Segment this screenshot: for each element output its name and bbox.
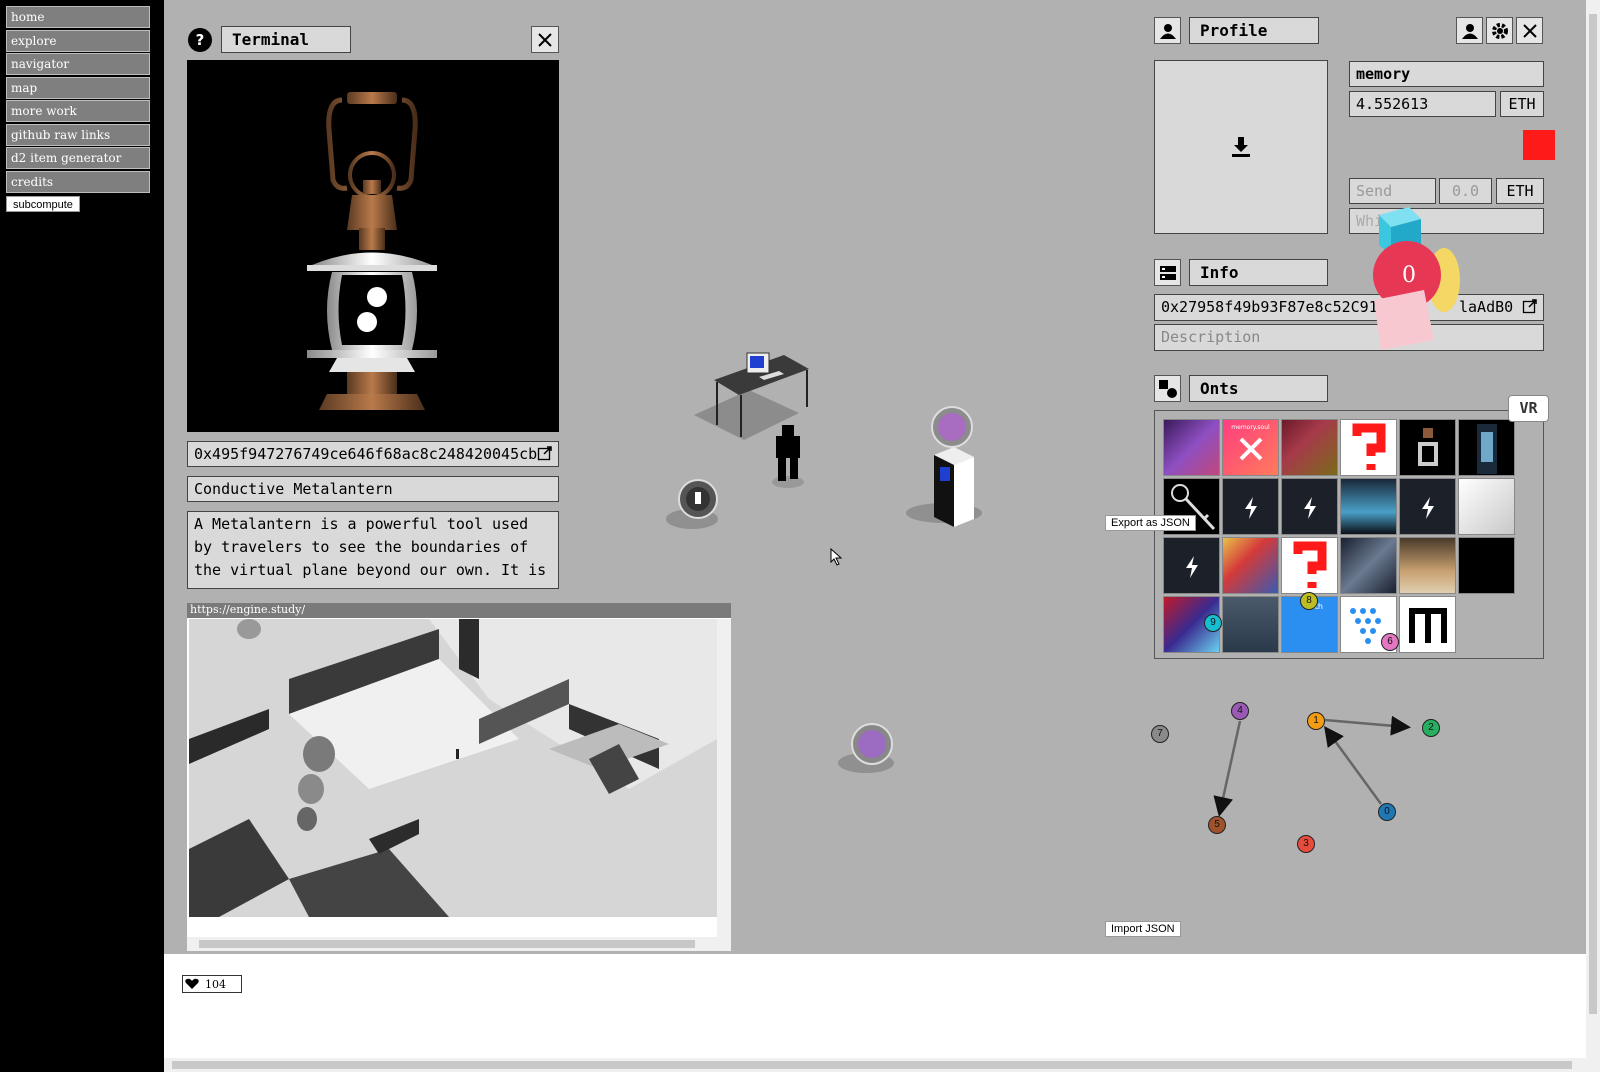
- graph-node-0[interactable]: 0: [1378, 803, 1396, 821]
- ont-thumb-room[interactable]: [1458, 478, 1515, 535]
- graph-node-2[interactable]: 2: [1422, 719, 1440, 737]
- ont-thumb-lightning-3[interactable]: [1399, 478, 1456, 535]
- ont-thumb-lightning-4[interactable]: [1163, 537, 1220, 594]
- ont-thumb-lightning-2[interactable]: [1281, 478, 1338, 535]
- terminal-title: Terminal: [221, 26, 351, 53]
- download-icon: [1232, 137, 1250, 157]
- subcompute-button[interactable]: subcompute: [6, 196, 80, 212]
- ont-thumb-memory-soul-label: memory.soul: [1231, 424, 1270, 431]
- profile-title: Profile: [1189, 17, 1319, 44]
- ont-thumb-memory-soul[interactable]: memory.soul: [1222, 419, 1279, 476]
- graph-node-3[interactable]: 3: [1297, 835, 1315, 853]
- orb-purple[interactable]: [836, 720, 906, 778]
- profile-close-icon[interactable]: [1516, 17, 1543, 44]
- graph-node-4[interactable]: 4: [1231, 702, 1249, 720]
- engine-study-render: [189, 619, 717, 917]
- info-server-icon[interactable]: [1154, 259, 1181, 286]
- onts-shapes-icon[interactable]: [1154, 375, 1181, 402]
- close-icon[interactable]: [531, 26, 559, 53]
- browser-preview[interactable]: https://engine.study/: [187, 603, 731, 951]
- external-link-icon[interactable]: [537, 445, 553, 461]
- send-amount-input[interactable]: 0.0: [1439, 178, 1492, 204]
- info-description-field[interactable]: Description: [1154, 324, 1544, 351]
- ont-thumb-question-2[interactable]: [1281, 537, 1338, 594]
- like-count: 104: [205, 977, 226, 991]
- ont-badge-9: 9: [1204, 614, 1222, 632]
- like-button[interactable]: 104: [182, 975, 242, 993]
- profile-name-field[interactable]: memory: [1349, 61, 1544, 87]
- balance-field: 4.552613: [1349, 91, 1496, 117]
- send-button[interactable]: Send: [1349, 178, 1436, 204]
- mouse-cursor-icon: [830, 547, 844, 566]
- node-graph-edges: [1213, 715, 1411, 817]
- onts-grid: memory.soul eth 9 8 6: [1154, 410, 1544, 659]
- info-title: Info: [1189, 259, 1328, 286]
- ont-thumb-jet[interactable]: [1340, 537, 1397, 594]
- ont-thumb-lightning-1[interactable]: [1222, 478, 1279, 535]
- nav-map[interactable]: map: [6, 77, 150, 99]
- ont-thumb-lantern[interactable]: [1399, 419, 1456, 476]
- onts-title: Onts: [1189, 375, 1328, 402]
- ont-badge-8: 8: [1300, 592, 1318, 610]
- export-json-button[interactable]: Export as JSON: [1105, 515, 1196, 531]
- profile-user-icon[interactable]: [1154, 17, 1181, 44]
- lantern-image: [187, 60, 559, 432]
- info-address-text: 0x27958f49b93F87e8c52C91: [1161, 298, 1378, 316]
- info-address-field[interactable]: 0x27958f49b93F87e8c52C91 laAdB0: [1154, 294, 1544, 321]
- floating-3d-objects[interactable]: 0: [1369, 205, 1464, 350]
- ont-badge-6: 6: [1381, 633, 1399, 651]
- ont-thumb-portrait[interactable]: [1399, 537, 1456, 594]
- browser-url: https://engine.study/: [187, 603, 731, 618]
- nav-explore[interactable]: explore: [6, 30, 150, 52]
- ont-thumb-doorway[interactable]: [1222, 596, 1279, 653]
- bottom-bar: 104: [164, 954, 1586, 1072]
- import-json-button[interactable]: Import JSON: [1105, 921, 1181, 937]
- nav-d2-item-generator[interactable]: d2 item generator: [6, 147, 150, 169]
- ont-thumb-1[interactable]: [1163, 419, 1220, 476]
- ont-thumb-magazine[interactable]: [1222, 537, 1279, 594]
- ont-thumb-m-logo[interactable]: [1399, 596, 1456, 653]
- ont-thumb-dark[interactable]: [1458, 537, 1515, 594]
- scene-viewport[interactable]: ? Terminal 0x495f947276749ce646f68ac8c24…: [164, 0, 1586, 954]
- page-vertical-scrollbar[interactable]: [1586, 0, 1600, 1072]
- vr-button[interactable]: VR: [1508, 395, 1549, 422]
- help-icon[interactable]: ?: [186, 26, 213, 53]
- browser-horizontal-scrollbar[interactable]: [187, 937, 731, 951]
- account-icon[interactable]: [1456, 17, 1483, 44]
- atm-kiosk[interactable]: [904, 405, 984, 530]
- ont-thumb-lantern-blue[interactable]: [1458, 419, 1515, 476]
- send-currency: ETH: [1496, 178, 1544, 204]
- page-horizontal-scrollbar[interactable]: [164, 1058, 1586, 1072]
- nav-credits[interactable]: credits: [6, 171, 150, 193]
- graph-node-1[interactable]: 1: [1307, 712, 1325, 730]
- avatar-upload[interactable]: [1154, 60, 1328, 234]
- ont-thumb-city[interactable]: [1340, 478, 1397, 535]
- item-description-field[interactable]: A Metalantern is a powerful tool used by…: [187, 511, 559, 589]
- info-external-link-icon[interactable]: [1522, 298, 1538, 314]
- svg-text:?: ?: [195, 31, 204, 49]
- graph-node-7[interactable]: 7: [1151, 725, 1169, 743]
- balance-currency: ETH: [1500, 91, 1544, 117]
- graph-node-5[interactable]: 5: [1208, 816, 1226, 834]
- status-red-square: [1523, 130, 1555, 160]
- sidebar: home explore navigator map more work git…: [0, 0, 164, 1072]
- nav-navigator[interactable]: navigator: [6, 53, 150, 75]
- ont-thumb-3[interactable]: [1281, 419, 1338, 476]
- nav-more-work[interactable]: more work: [6, 100, 150, 122]
- nav-home[interactable]: home: [6, 6, 150, 28]
- player-avatar[interactable]: [768, 420, 808, 490]
- item-name-field[interactable]: Conductive Metalantern: [187, 476, 559, 502]
- browser-vertical-scrollbar[interactable]: [717, 619, 731, 937]
- orb-small[interactable]: [664, 477, 724, 532]
- counter-ball-label: 0: [1402, 263, 1416, 288]
- gear-icon[interactable]: [1486, 17, 1513, 44]
- nav-github-raw-links[interactable]: github raw links: [6, 124, 150, 146]
- heart-icon: [185, 978, 199, 989]
- info-address-tail: laAdB0: [1459, 298, 1514, 316]
- ont-thumb-question[interactable]: [1340, 419, 1397, 476]
- token-address-field[interactable]: 0x495f947276749ce646f68ac8c248420045cb: [187, 441, 559, 467]
